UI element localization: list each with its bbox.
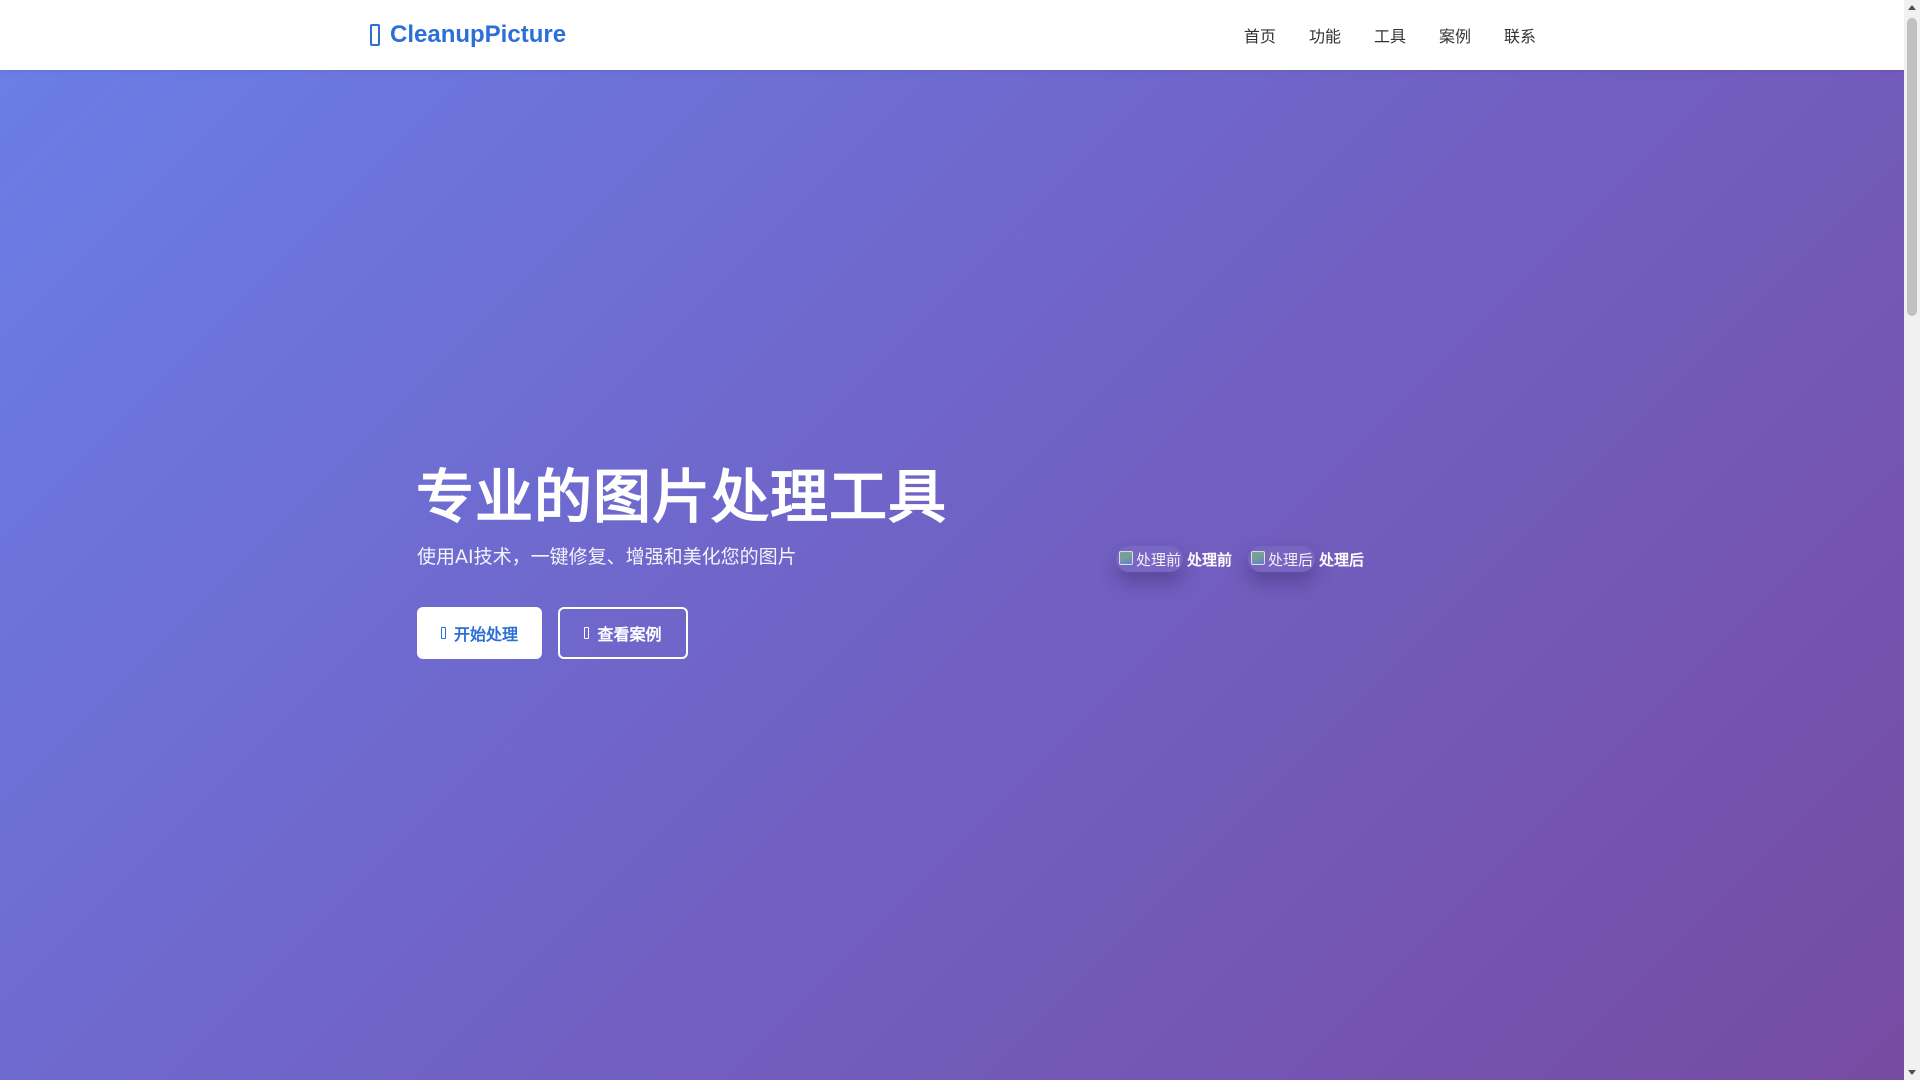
after-label: 处理后 bbox=[1319, 550, 1365, 569]
before-image-card: 处理前 处理前 bbox=[1116, 546, 1232, 572]
page-viewport: CleanupPicture 首页 功能 工具 案例 联系 专业的图片处理工具 … bbox=[0, 0, 1904, 1080]
nav-link-tools[interactable]: 工具 bbox=[1374, 23, 1406, 47]
broken-image-icon bbox=[1119, 551, 1133, 565]
navbar: CleanupPicture 首页 功能 工具 案例 联系 bbox=[0, 0, 1904, 70]
hero-section: 专业的图片处理工具 使用AI技术，一键修复、增强和美化您的图片 开始处理 查看案… bbox=[0, 70, 1904, 1080]
hero-subtitle: 使用AI技术，一键修复、增强和美化您的图片 bbox=[417, 546, 797, 568]
view-cases-label: 查看案例 bbox=[597, 627, 662, 644]
start-processing-button[interactable]: 开始处理 bbox=[417, 607, 542, 659]
nav-link-cases[interactable]: 案例 bbox=[1439, 23, 1471, 47]
nav-menu: 首页 功能 工具 案例 联系 bbox=[1244, 0, 1536, 70]
play-icon bbox=[440, 627, 446, 639]
hero-title: 专业的图片处理工具 bbox=[416, 463, 948, 531]
after-image: 处理后 bbox=[1248, 546, 1316, 572]
nav-link-home[interactable]: 首页 bbox=[1244, 23, 1276, 47]
after-image-alt: 处理后 bbox=[1268, 550, 1314, 569]
page-scrollbar[interactable] bbox=[1904, 0, 1920, 1080]
brand-logo-link[interactable]: CleanupPicture bbox=[370, 18, 566, 52]
before-after-compare: 处理前 处理前 处理后 处理后 bbox=[1116, 544, 1364, 574]
before-label: 处理前 bbox=[1187, 550, 1233, 569]
before-image-alt: 处理前 bbox=[1136, 550, 1182, 569]
scroll-up-arrow-icon[interactable] bbox=[1908, 5, 1916, 10]
view-cases-button[interactable]: 查看案例 bbox=[558, 607, 688, 659]
nav-link-contact[interactable]: 联系 bbox=[1504, 23, 1536, 47]
brand-icon bbox=[370, 24, 380, 46]
start-processing-label: 开始处理 bbox=[453, 627, 518, 644]
scrollbar-thumb[interactable] bbox=[1907, 18, 1917, 316]
eye-icon bbox=[584, 627, 590, 639]
brand-name: CleanupPicture bbox=[390, 21, 567, 48]
before-image: 处理前 bbox=[1116, 546, 1184, 572]
nav-link-features[interactable]: 功能 bbox=[1309, 23, 1341, 47]
broken-image-icon bbox=[1251, 551, 1266, 565]
scroll-down-arrow-icon[interactable] bbox=[1908, 1070, 1916, 1075]
after-image-card: 处理后 处理后 bbox=[1248, 546, 1364, 572]
